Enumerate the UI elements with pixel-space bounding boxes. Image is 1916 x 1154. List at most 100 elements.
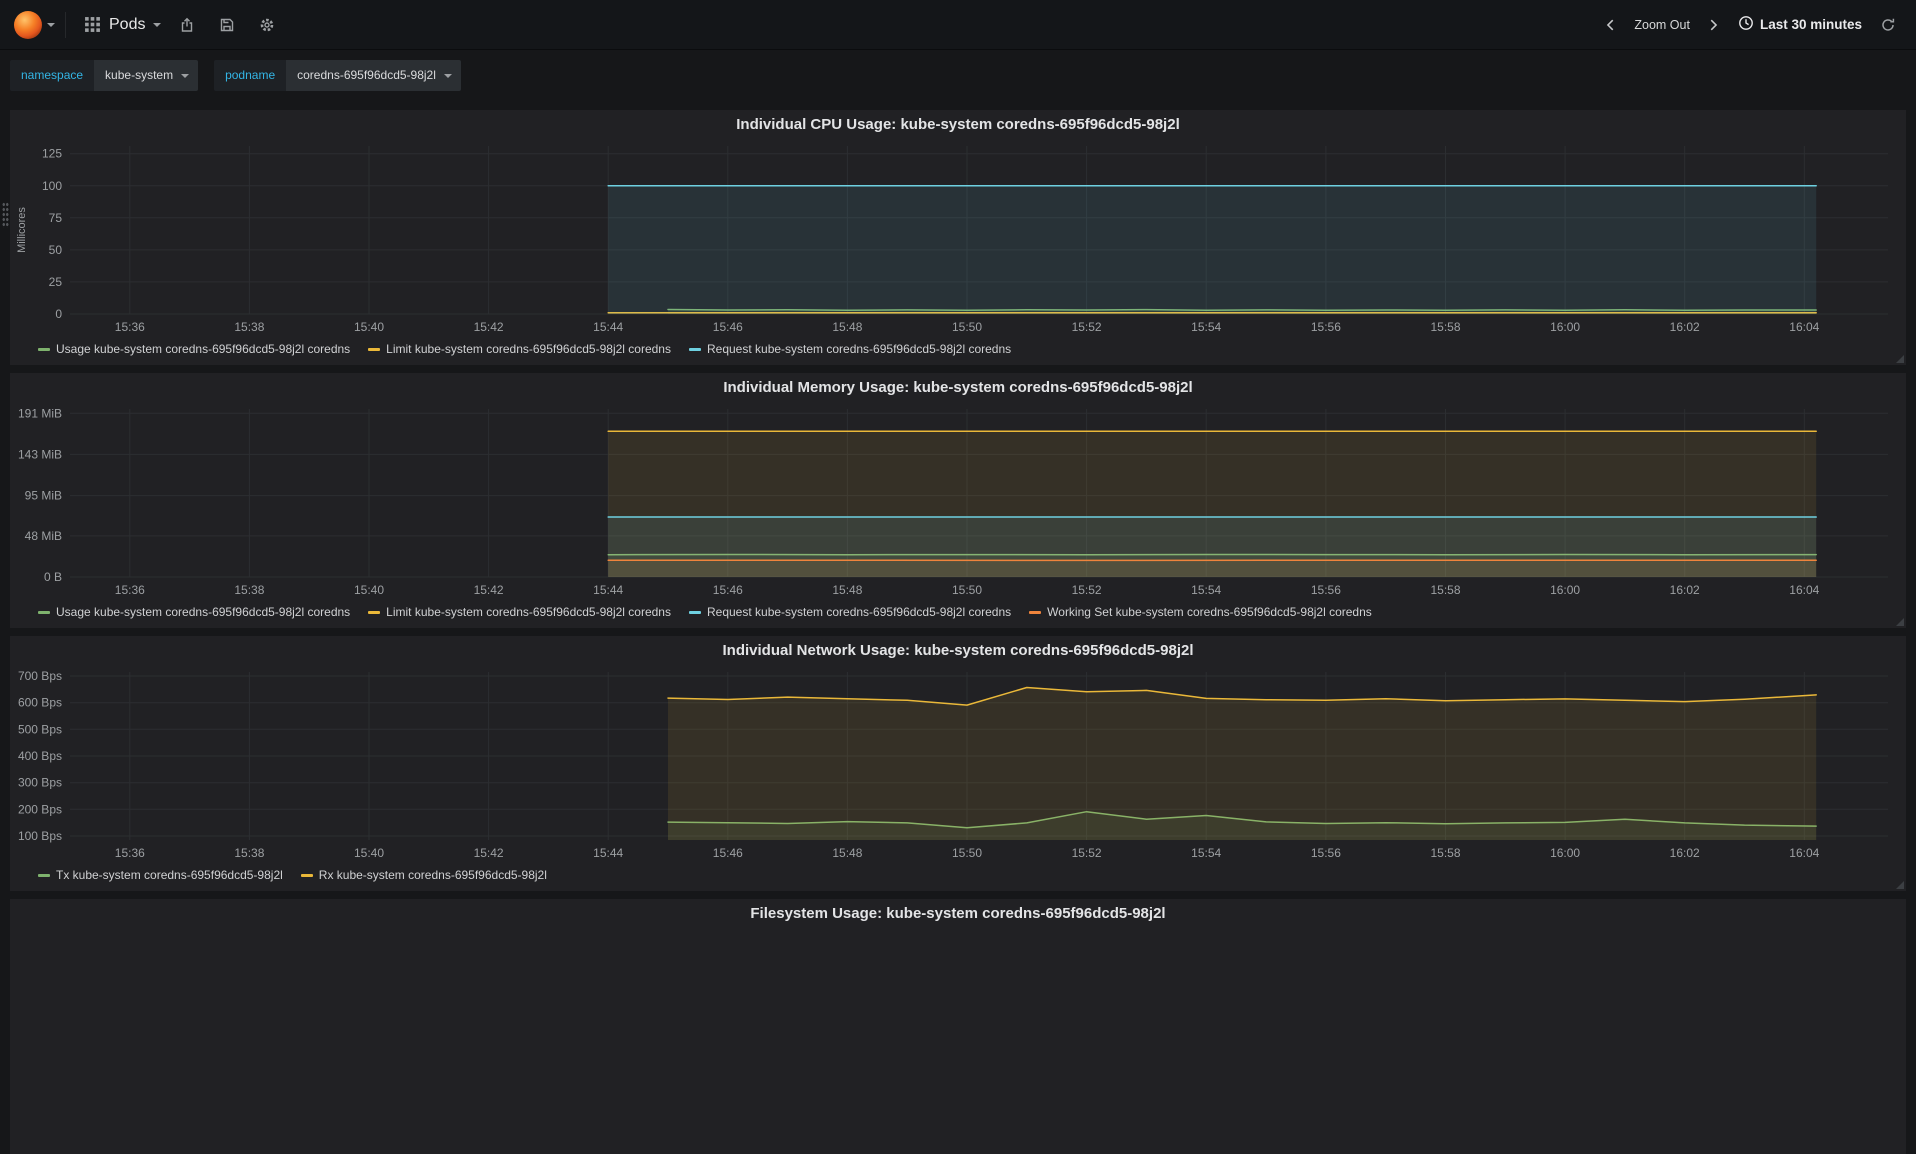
memory-usage-chart[interactable]: 0 B48 MiB95 MiB143 MiB191 MiB15:3615:381…: [14, 401, 1902, 601]
x-tick-label: 15:36: [115, 320, 145, 334]
y-tick-label: 125: [42, 147, 62, 161]
x-tick-label: 15:46: [713, 846, 743, 860]
x-tick-label: 15:54: [1191, 583, 1221, 597]
x-tick-label: 15:38: [234, 583, 264, 597]
legend-item[interactable]: Request kube-system coredns-695f96dcd5-9…: [689, 340, 1011, 358]
panel-resize-handle[interactable]: [1896, 355, 1904, 363]
variable-label: podname: [214, 60, 286, 91]
panel-title[interactable]: Filesystem Usage: kube-system coredns-69…: [10, 899, 1906, 927]
share-icon[interactable]: [175, 13, 199, 37]
x-tick-label: 15:44: [593, 846, 623, 860]
legend-item[interactable]: Limit kube-system coredns-695f96dcd5-98j…: [368, 603, 671, 621]
x-tick-label: 15:56: [1311, 846, 1341, 860]
chart-legend: Usage kube-system coredns-695f96dcd5-98j…: [10, 601, 1906, 621]
x-tick-label: 15:44: [593, 320, 623, 334]
y-tick-label: 95 MiB: [25, 489, 62, 503]
chart-svg: 025507510012515:3615:3815:4015:4215:4415…: [14, 138, 1902, 338]
y-tick-label: 25: [49, 275, 63, 289]
x-tick-label: 15:36: [115, 583, 145, 597]
series-fill: [668, 688, 1816, 841]
chart-svg: 0 B48 MiB95 MiB143 MiB191 MiB15:3615:381…: [14, 401, 1902, 601]
x-tick-label: 15:44: [593, 583, 623, 597]
variable-namespace: namespace kube-system: [10, 60, 198, 91]
settings-gear-icon[interactable]: [255, 13, 279, 37]
variable-podname: podname coredns-695f96dcd5-98j2l: [214, 60, 461, 91]
grafana-logo[interactable]: [14, 11, 42, 39]
y-tick-label: 500 Bps: [18, 722, 62, 736]
y-tick-label: 143 MiB: [18, 447, 62, 461]
x-tick-label: 15:50: [952, 320, 982, 334]
panel-resize-handle[interactable]: [1896, 618, 1904, 626]
legend-item[interactable]: Working Set kube-system coredns-695f96dc…: [1029, 603, 1372, 621]
x-tick-label: 15:50: [952, 846, 982, 860]
chevron-down-icon: [181, 74, 189, 78]
divider: [65, 12, 66, 38]
y-tick-label: 50: [49, 243, 63, 257]
variable-label: namespace: [10, 60, 94, 91]
y-tick-label: 100: [42, 179, 62, 193]
chevron-left-icon[interactable]: [1600, 14, 1622, 36]
x-tick-label: 15:52: [1072, 320, 1102, 334]
y-tick-label: 700 Bps: [18, 669, 62, 683]
x-tick-label: 16:04: [1789, 320, 1819, 334]
save-icon[interactable]: [215, 13, 239, 37]
y-tick-label: 100 Bps: [18, 829, 62, 843]
y-axis-label: Millicores: [16, 207, 28, 253]
panel-cpu-usage: Individual CPU Usage: kube-system coredn…: [10, 110, 1906, 365]
chevron-down-icon: [153, 23, 161, 27]
x-tick-label: 15:42: [474, 846, 504, 860]
row-drag-handle[interactable]: [2, 202, 9, 228]
podname-dropdown[interactable]: coredns-695f96dcd5-98j2l: [286, 60, 461, 91]
panel-title[interactable]: Individual Network Usage: kube-system co…: [10, 636, 1906, 664]
y-tick-label: 75: [49, 211, 63, 225]
dashboard-title: Pods: [109, 16, 145, 34]
x-tick-label: 15:48: [832, 846, 862, 860]
x-tick-label: 15:42: [474, 320, 504, 334]
y-tick-label: 191 MiB: [18, 406, 62, 420]
apps-grid-icon: [84, 16, 101, 33]
chart-legend: Tx kube-system coredns-695f96dcd5-98j2l R…: [10, 864, 1906, 884]
y-tick-label: 200 Bps: [18, 802, 62, 816]
x-tick-label: 16:04: [1789, 583, 1819, 597]
y-tick-label: 600 Bps: [18, 696, 62, 710]
x-tick-label: 15:40: [354, 583, 384, 597]
clock-icon: [1738, 15, 1754, 34]
panel-resize-handle[interactable]: [1896, 881, 1904, 889]
chevron-right-icon[interactable]: [1702, 14, 1724, 36]
x-tick-label: 15:56: [1311, 320, 1341, 334]
legend-item[interactable]: Usage kube-system coredns-695f96dcd5-98j…: [38, 340, 350, 358]
cpu-usage-chart[interactable]: 025507510012515:3615:3815:4015:4215:4415…: [14, 138, 1902, 338]
x-tick-label: 16:00: [1550, 320, 1580, 334]
x-tick-label: 15:46: [713, 583, 743, 597]
panel-network-usage: Individual Network Usage: kube-system co…: [10, 636, 1906, 891]
x-tick-label: 15:42: [474, 583, 504, 597]
x-tick-label: 16:02: [1670, 846, 1700, 860]
x-tick-label: 15:40: [354, 320, 384, 334]
legend-item[interactable]: Tx kube-system coredns-695f96dcd5-98j2l: [38, 866, 283, 884]
time-range-picker[interactable]: Last 30 minutes: [1732, 13, 1868, 36]
panel-title[interactable]: Individual Memory Usage: kube-system cor…: [10, 373, 1906, 401]
y-tick-label: 48 MiB: [25, 529, 62, 543]
dashboard-picker[interactable]: Pods: [78, 12, 167, 38]
legend-item[interactable]: Usage kube-system coredns-695f96dcd5-98j…: [38, 603, 350, 621]
chart-svg: 100 Bps200 Bps300 Bps400 Bps500 Bps600 B…: [14, 664, 1902, 864]
x-tick-label: 15:58: [1430, 846, 1460, 860]
panel-memory-usage: Individual Memory Usage: kube-system cor…: [10, 373, 1906, 628]
template-variables-row: namespace kube-system podname coredns-69…: [0, 50, 1916, 100]
x-tick-label: 15:40: [354, 846, 384, 860]
legend-item[interactable]: Request kube-system coredns-695f96dcd5-9…: [689, 603, 1011, 621]
x-tick-label: 15:46: [713, 320, 743, 334]
x-tick-label: 15:58: [1430, 320, 1460, 334]
dashboard-grid: Individual CPU Usage: kube-system coredn…: [0, 100, 1916, 1154]
x-tick-label: 15:58: [1430, 583, 1460, 597]
chart-legend: Usage kube-system coredns-695f96dcd5-98j…: [10, 338, 1906, 358]
legend-item[interactable]: Limit kube-system coredns-695f96dcd5-98j…: [368, 340, 671, 358]
network-usage-chart[interactable]: 100 Bps200 Bps300 Bps400 Bps500 Bps600 B…: [14, 664, 1902, 864]
namespace-dropdown[interactable]: kube-system: [94, 60, 198, 91]
x-tick-label: 15:56: [1311, 583, 1341, 597]
zoom-out-button[interactable]: Zoom Out: [1630, 16, 1694, 34]
x-tick-label: 15:48: [832, 583, 862, 597]
refresh-icon[interactable]: [1876, 13, 1900, 37]
panel-title[interactable]: Individual CPU Usage: kube-system coredn…: [10, 110, 1906, 138]
legend-item[interactable]: Rx kube-system coredns-695f96dcd5-98j2l: [301, 866, 547, 884]
